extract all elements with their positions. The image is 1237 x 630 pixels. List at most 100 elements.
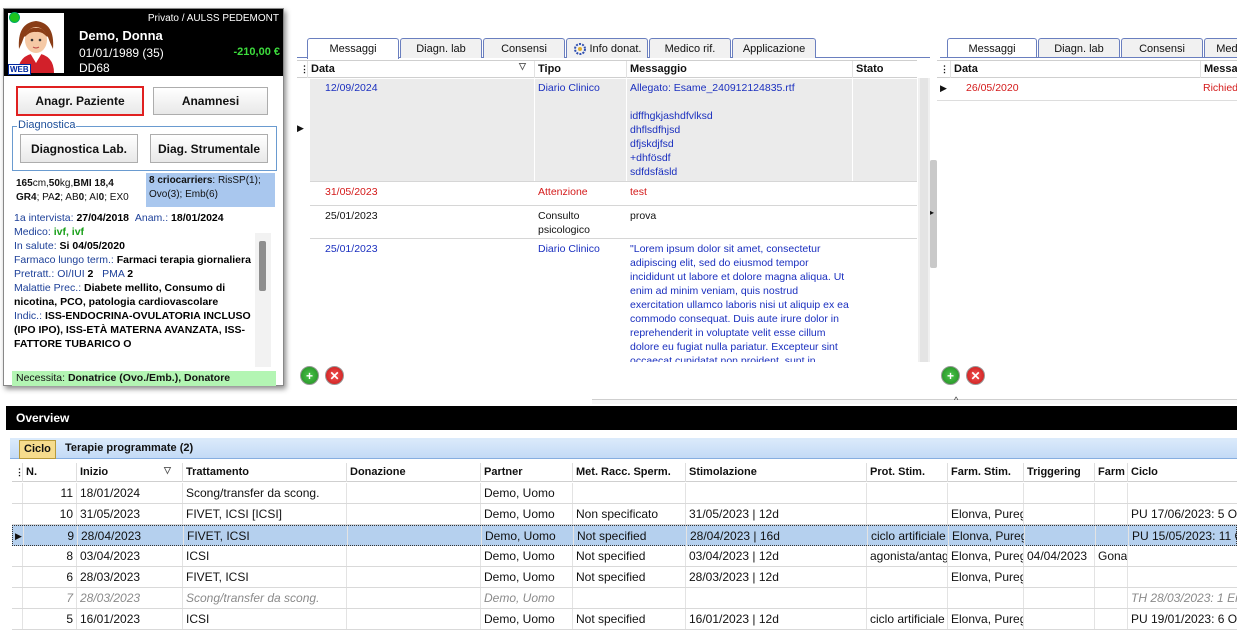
col-stimolazione[interactable]: Stimolazione	[685, 463, 866, 482]
tab-diagn-lab-right[interactable]: Diagn. lab	[1038, 38, 1120, 57]
cycle-prot-stim: ciclo artificiale	[867, 526, 948, 546]
patient-dob: 01/01/1989 (35)	[79, 46, 164, 60]
cycle-row[interactable]: 6 28/03/2023 FIVET, ICSI Demo, Uomo Not spec…	[12, 567, 1237, 588]
cycle-number: 10	[22, 504, 76, 524]
col-messaggio-right[interactable]: Messa	[1200, 61, 1237, 78]
sort-desc-icon[interactable]: ▽	[164, 465, 171, 476]
tab-medico-rif[interactable]: Medico rif.	[649, 38, 731, 58]
cycle-start: 28/03/2023	[76, 567, 182, 587]
col-farm[interactable]: Farm	[1094, 463, 1127, 482]
delete-message-right-button[interactable]: ✕	[966, 366, 985, 385]
cycle-number: 9	[23, 526, 77, 546]
tab-info-donat[interactable]: Info donat.	[566, 38, 648, 58]
diagnostica-lab-button[interactable]: Diagnostica Lab.	[20, 134, 138, 163]
gr-value: GR4	[16, 192, 37, 203]
message-date: 31/05/2023	[325, 186, 378, 198]
in-salute-value: Si 04/05/2020	[59, 240, 125, 252]
cycle-sperm-method: Non specificato	[572, 504, 685, 524]
message-row-right[interactable]: ▶ 26/05/2020 Richied	[937, 79, 1237, 101]
col-prot-stim[interactable]: Prot. Stim.	[866, 463, 947, 482]
message-text: prova	[630, 210, 657, 222]
cycle-farm-stim: Elonva, Pureg	[947, 504, 1023, 524]
cycle-triggering	[1023, 504, 1094, 524]
cycle-donation	[346, 504, 480, 524]
col-donazione[interactable]: Donazione	[346, 463, 480, 482]
col-trattamento[interactable]: Trattamento	[182, 463, 346, 482]
weight-value: 50	[48, 178, 60, 189]
collapse-arrow-icon[interactable]: ^	[954, 395, 958, 405]
col-n[interactable]: N.	[22, 463, 76, 482]
col-met-racc[interactable]: Met. Racc. Sperm.	[572, 463, 685, 482]
add-message-button[interactable]: +	[300, 366, 319, 385]
message-row[interactable]: 25/01/2023 Consulto psicologico prova	[310, 207, 917, 239]
overview-tabs: Ciclo Terapie programmate (2)	[10, 438, 1237, 459]
ex-value: ; EX0	[104, 192, 129, 203]
cycle-stimulation: 31/05/2023 | 12d	[685, 504, 866, 524]
cycle-partner: Demo, Uomo	[480, 504, 572, 524]
details-scrollbar[interactable]	[255, 233, 271, 367]
cycle-row[interactable]: 7 28/03/2023 Scong/transfer da scong. Demo,…	[12, 588, 1237, 609]
message-row[interactable]: 12/09/2024 Diario Clinico Allegato: Esam…	[310, 79, 917, 182]
cycle-farm	[1094, 588, 1127, 608]
cycle-triggering	[1023, 588, 1094, 608]
details-scroll-thumb[interactable]	[259, 241, 266, 291]
cycle-prot-stim: ciclo artificiale	[866, 609, 947, 629]
message-row[interactable]: 25/01/2023 Diario Clinico "Lorem ipsum d…	[310, 240, 917, 363]
messages-grid-header: ⋮ Data ▽ Tipo Messaggio Stato	[297, 61, 917, 78]
add-message-right-button[interactable]: +	[941, 366, 960, 385]
col-data[interactable]: Data	[307, 61, 535, 78]
diag-strumentale-button[interactable]: Diag. Strumentale	[150, 134, 268, 163]
column-chooser-right-icon[interactable]: ⋮	[937, 61, 950, 78]
cycle-row[interactable]: 10 31/05/2023 FIVET, ICSI [ICSI] Demo, Uomo…	[12, 504, 1237, 525]
message-date: 12/09/2024	[310, 79, 534, 181]
cycle-row[interactable]: 11 18/01/2024 Scong/transfer da scong. Demo…	[12, 483, 1237, 504]
anagr-paziente-button[interactable]: Anagr. Paziente	[16, 86, 144, 116]
tab-consensi[interactable]: Consensi	[483, 38, 565, 58]
anamnesi-button[interactable]: Anamnesi	[153, 87, 268, 115]
expand-arrow-icon[interactable]: ▸	[930, 208, 934, 217]
cycle-summary	[1127, 546, 1237, 566]
col-stato[interactable]: Stato	[852, 61, 917, 78]
cycle-number: 5	[22, 609, 76, 629]
criocarriers-box[interactable]: 8 criocarriers: RisSP(1); Ovo(3); Emb(6)	[146, 173, 275, 207]
message-row[interactable]: 31/05/2023 Attenzione test	[310, 183, 917, 206]
col-tipo[interactable]: Tipo	[534, 61, 626, 78]
col-tipo-label: Tipo	[538, 63, 562, 75]
cycle-treatment: Scong/transfer da scong.	[182, 588, 346, 608]
message-date: 25/01/2023	[325, 210, 378, 222]
cycle-farm	[1095, 526, 1128, 546]
cycle-donation	[346, 546, 480, 566]
criocarriers-title: 8 criocarriers	[149, 175, 213, 186]
tab-applicazione[interactable]: Applicazione	[732, 38, 816, 58]
tab-diagn-lab[interactable]: Diagn. lab	[400, 38, 482, 58]
cycle-treatment: FIVET, ICSI [ICSI]	[182, 504, 346, 524]
col-data-right[interactable]: Data	[950, 61, 1200, 78]
cycle-row[interactable]: 5 16/01/2023 ICSI Demo, Uomo Not specified 16…	[12, 609, 1237, 630]
tab-messaggi[interactable]: Messaggi	[307, 38, 399, 59]
message-text: "Lorem ipsum dolor sit amet, consectetur…	[630, 243, 849, 362]
cycle-summary: PU 17/06/2023: 5 Ov	[1127, 504, 1237, 524]
cycle-donation	[346, 609, 480, 629]
overview-title: Overview	[6, 406, 1237, 430]
cycle-row[interactable]: 8 03/04/2023 ICSI Demo, Uomo Not specified 03…	[12, 546, 1237, 567]
tab-messaggi-right[interactable]: Messaggi	[947, 38, 1037, 57]
cycle-row[interactable]: ▶ 9 28/04/2023 FIVET, ICSI Demo, Uomo Not spe…	[12, 525, 1237, 546]
horizontal-splitter[interactable]	[592, 399, 1237, 404]
patient-code: DD68	[79, 61, 110, 75]
col-triggering-label: Triggering	[1027, 466, 1081, 478]
sort-desc-icon[interactable]: ▽	[519, 61, 526, 72]
delete-message-button[interactable]: ✕	[325, 366, 344, 385]
col-ciclo-label: Ciclo	[1131, 466, 1158, 478]
col-farm-stim[interactable]: Farm. Stim.	[947, 463, 1023, 482]
message-type: Attenzione	[538, 186, 588, 198]
col-messaggio[interactable]: Messaggio	[626, 61, 852, 78]
tab-consensi-right[interactable]: Consensi	[1121, 38, 1203, 57]
col-partner[interactable]: Partner	[480, 463, 572, 482]
tab-medico-right[interactable]: Medico	[1204, 38, 1237, 57]
tab-ciclo[interactable]: Ciclo	[19, 440, 56, 459]
messages-scroll-thumb[interactable]	[920, 78, 928, 362]
col-ciclo[interactable]: Ciclo	[1127, 463, 1237, 482]
messages-scrollbar[interactable]	[918, 78, 930, 362]
col-triggering[interactable]: Triggering	[1023, 463, 1094, 482]
tab-terapie-programmate[interactable]: Terapie programmate (2)	[65, 440, 193, 459]
